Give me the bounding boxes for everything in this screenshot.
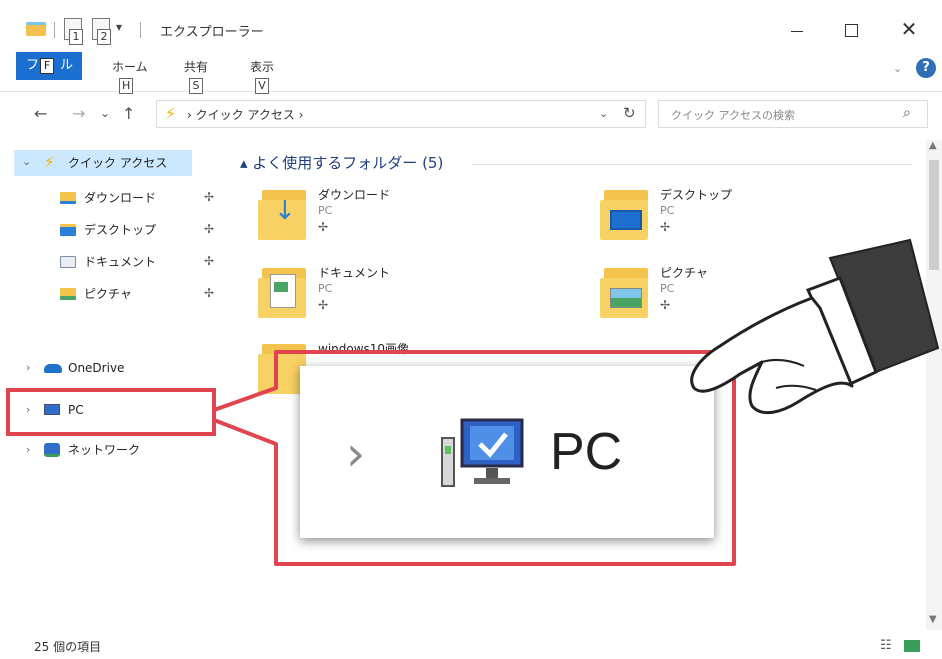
computer-icon xyxy=(441,418,524,487)
pointing-hand-icon xyxy=(690,238,940,415)
pc-highlight-frame xyxy=(6,388,216,436)
zoomed-pc-callout: › PC xyxy=(300,366,714,538)
chevron-right-icon: › xyxy=(346,426,366,482)
zoomed-pc-label: PC xyxy=(550,423,623,481)
